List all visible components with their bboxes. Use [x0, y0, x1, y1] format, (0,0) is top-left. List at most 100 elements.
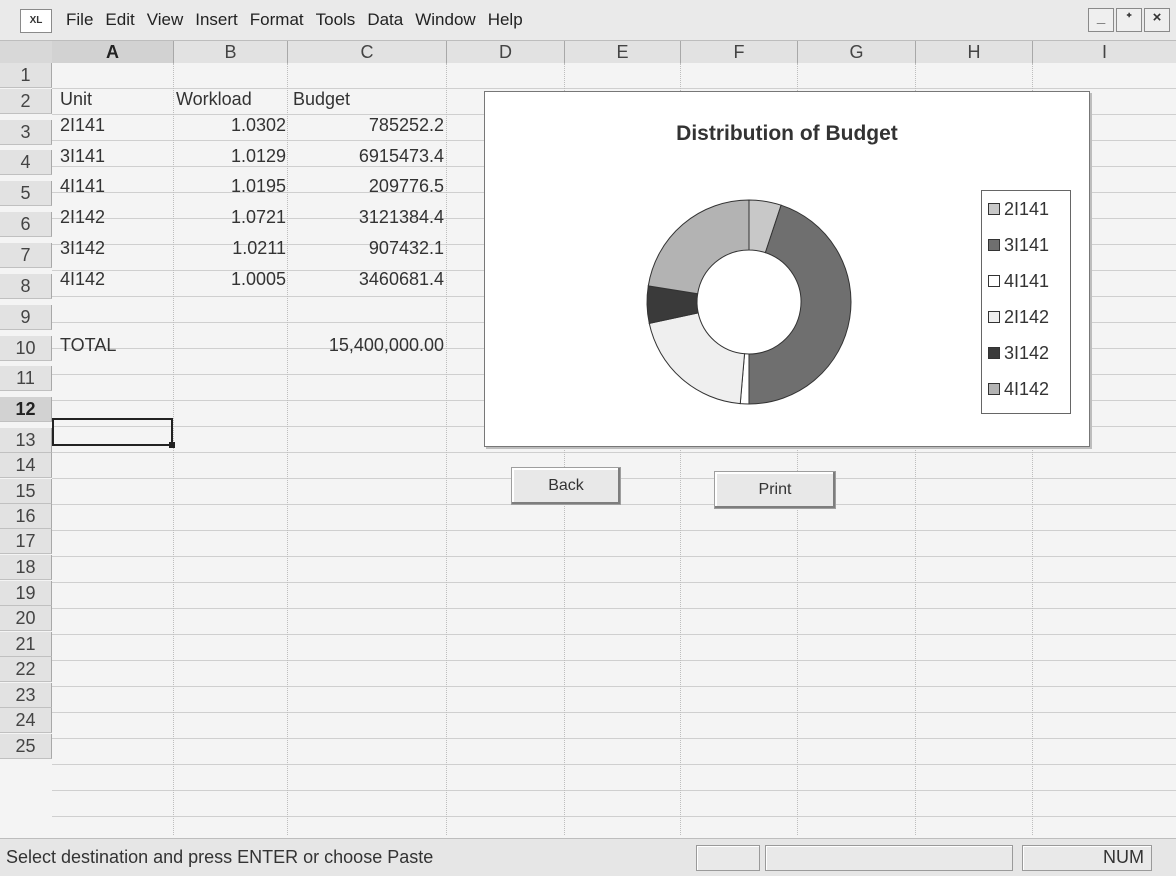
row-header[interactable]: 15: [0, 479, 52, 504]
column-header-c[interactable]: C: [288, 41, 447, 63]
legend-item: 2I141: [988, 199, 1049, 219]
cell-workload[interactable]: 1.0195: [176, 174, 286, 199]
doughnut-chart[interactable]: Distribution of Budget 2I141 3I141 4I141…: [484, 91, 1090, 447]
row-header[interactable]: 5: [0, 181, 52, 206]
column-header-i[interactable]: I: [1033, 41, 1176, 63]
cell-unit[interactable]: 3I141: [60, 144, 105, 169]
menu-bar: XL File Edit View Insert Format Tools Da…: [0, 0, 1176, 41]
row-header[interactable]: 21: [0, 632, 52, 657]
row-header[interactable]: 11: [0, 366, 52, 391]
menu-format[interactable]: Format: [244, 10, 310, 30]
minimize-button[interactable]: _: [1088, 8, 1114, 32]
status-panel: [765, 845, 1013, 871]
select-all-corner[interactable]: [0, 41, 53, 63]
column-header-g[interactable]: G: [798, 41, 916, 63]
cell-unit[interactable]: 4I141: [60, 174, 105, 199]
row-header[interactable]: 7: [0, 243, 52, 268]
legend-swatch: [988, 347, 1000, 359]
row-header[interactable]: 10: [0, 336, 52, 361]
cell-workload[interactable]: 1.0211: [176, 236, 286, 261]
cell-header-budget[interactable]: Budget: [293, 87, 350, 112]
row-header[interactable]: 23: [0, 683, 52, 708]
legend-item: 3I141: [988, 235, 1049, 255]
menu-file[interactable]: File: [60, 10, 99, 30]
legend-swatch: [988, 203, 1000, 215]
menu-data[interactable]: Data: [361, 10, 409, 30]
cell-budget[interactable]: 209776.5: [290, 174, 444, 199]
column-header-a[interactable]: A: [52, 41, 174, 63]
row-header[interactable]: 24: [0, 708, 52, 733]
legend-item: 2I142: [988, 307, 1049, 327]
row-header[interactable]: 14: [0, 453, 52, 478]
cell-total-label[interactable]: TOTAL: [60, 333, 116, 358]
status-bar: Select destination and press ENTER or ch…: [0, 838, 1176, 876]
close-button[interactable]: ×: [1144, 8, 1170, 32]
restore-button[interactable]: ᐩ: [1116, 8, 1142, 32]
menu-window[interactable]: Window: [409, 10, 481, 30]
row-header[interactable]: 16: [0, 504, 52, 529]
cell-budget[interactable]: 6915473.4: [290, 144, 444, 169]
num-lock-indicator: NUM: [1103, 847, 1144, 867]
fill-handle[interactable]: [169, 442, 175, 448]
cell-total-value[interactable]: 15,400,000.00: [290, 333, 444, 358]
row-header[interactable]: 17: [0, 529, 52, 554]
cell-workload[interactable]: 1.0721: [176, 205, 286, 230]
column-header-b[interactable]: B: [174, 41, 288, 63]
row-header[interactable]: 22: [0, 657, 52, 682]
column-header-d[interactable]: D: [447, 41, 565, 63]
cell-header-unit[interactable]: Unit: [60, 87, 92, 112]
cell-unit[interactable]: 4I142: [60, 267, 105, 292]
legend-item: 4I142: [988, 379, 1049, 399]
column-headers: A B C D E F G H I: [0, 41, 1176, 64]
row-header[interactable]: 8: [0, 274, 52, 299]
cell-budget[interactable]: 3460681.4: [290, 267, 444, 292]
legend-label: 3I141: [1004, 234, 1050, 255]
gridline: [173, 63, 174, 835]
row-header[interactable]: 9: [0, 305, 52, 330]
column-header-f[interactable]: F: [681, 41, 798, 63]
chart-legend[interactable]: 2I141 3I141 4I141 2I142 3I142 4I142: [981, 190, 1071, 414]
menu-tools[interactable]: Tools: [310, 10, 362, 30]
row-header[interactable]: 3: [0, 120, 52, 145]
row-header[interactable]: 25: [0, 734, 52, 759]
cell-unit[interactable]: 2I142: [60, 205, 105, 230]
cell-workload[interactable]: 1.0129: [176, 144, 286, 169]
print-button[interactable]: Print: [714, 471, 836, 509]
doughnut-slice[interactable]: [648, 312, 746, 405]
cell-workload[interactable]: 1.0302: [176, 113, 286, 138]
row-header[interactable]: 19: [0, 581, 52, 606]
menu-insert[interactable]: Insert: [189, 10, 244, 30]
back-button[interactable]: Back: [511, 467, 621, 505]
menu-view[interactable]: View: [141, 10, 190, 30]
row-header[interactable]: 13: [0, 428, 52, 453]
gridline: [287, 63, 288, 835]
cell-budget[interactable]: 785252.2: [290, 113, 444, 138]
row-header[interactable]: 4: [0, 150, 52, 175]
legend-swatch: [988, 239, 1000, 251]
cell-header-workload[interactable]: Workload: [176, 87, 252, 112]
row-header[interactable]: 2: [0, 89, 52, 114]
legend-item: 4I141: [988, 271, 1049, 291]
doughnut-slice[interactable]: [647, 199, 750, 295]
row-header[interactable]: 1: [0, 63, 52, 88]
cell-workload[interactable]: 1.0005: [176, 267, 286, 292]
window-controls: _ ᐩ ×: [1088, 8, 1170, 32]
row-header[interactable]: 6: [0, 212, 52, 237]
selected-cell[interactable]: [52, 418, 175, 448]
cell-unit[interactable]: 2I141: [60, 113, 105, 138]
cell-budget[interactable]: 907432.1: [290, 236, 444, 261]
row-header[interactable]: 12: [0, 397, 52, 422]
row-header[interactable]: 20: [0, 606, 52, 631]
row-header[interactable]: 18: [0, 555, 52, 580]
menu-help[interactable]: Help: [482, 10, 529, 30]
status-message: Select destination and press ENTER or ch…: [6, 847, 434, 867]
menu-list: File Edit View Insert Format Tools Data …: [60, 10, 529, 30]
column-header-e[interactable]: E: [565, 41, 681, 63]
legend-label: 2I141: [1004, 198, 1050, 219]
cell-unit[interactable]: 3I142: [60, 236, 105, 261]
column-header-h[interactable]: H: [916, 41, 1033, 63]
cell-budget[interactable]: 3121384.4: [290, 205, 444, 230]
menu-edit[interactable]: Edit: [99, 10, 140, 30]
workbook-icon[interactable]: XL: [20, 9, 52, 33]
legend-swatch: [988, 275, 1000, 287]
